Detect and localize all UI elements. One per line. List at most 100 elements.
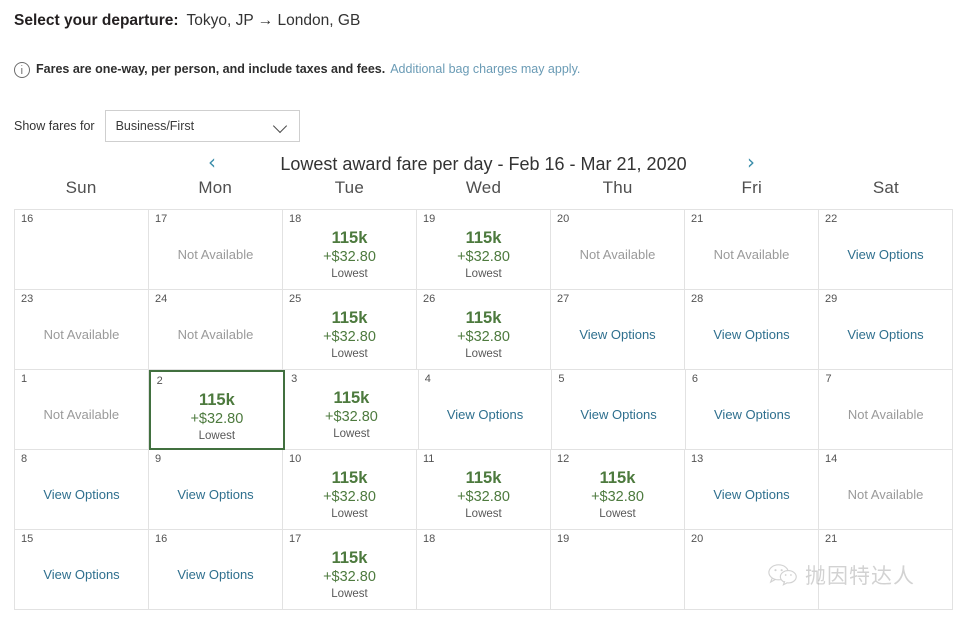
day-number: 17 [155,213,168,225]
day-number: 17 [289,533,302,545]
fare-lowest-tag: Lowest [465,348,502,360]
view-options-link[interactable]: View Options [714,407,790,422]
day-number: 3 [291,373,298,385]
unavailable-cell-body: Not Available [15,306,148,369]
calendar-day-cell[interactable]: 29 View Options [819,290,953,370]
calendar-day-cell[interactable]: 9 View Options [149,450,283,530]
unavailable-cell-body: Not Available [149,306,282,369]
day-number: 23 [21,293,34,305]
calendar-day-cell[interactable]: 11 115k +$32.80 Lowest [417,450,551,530]
view-options-link[interactable]: View Options [43,487,119,502]
fare-cash-amount: +$32.80 [323,569,376,585]
fare-points: 115k [331,309,368,327]
additional-bag-charges-link[interactable]: Additional bag charges may apply. [390,61,580,78]
fare-cell-body: 115k +$32.80 Lowest [417,306,550,369]
day-number: 13 [691,453,704,465]
info-icon [14,61,30,78]
calendar-day-cell[interactable]: 16 View Options [149,530,283,610]
day-number: 9 [155,453,162,465]
view-options-link[interactable]: View Options [43,567,119,582]
calendar-day-cell[interactable]: 6 View Options [685,370,820,450]
fare-class-select[interactable]: Business/First [104,110,300,142]
fare-cell-body: 115k +$32.80 Lowest [417,466,550,529]
calendar-title: Lowest award fare per day - Feb 16 - Mar… [280,153,687,174]
calendar-day-cell[interactable]: 4 View Options [418,370,553,450]
view-options-link[interactable]: View Options [713,327,789,342]
calendar-day-cell[interactable]: 1 Not Available [15,370,149,450]
fare-points: 115k [465,309,502,327]
calendar-day-cell-selected[interactable]: 2 115k +$32.80 Lowest [148,370,286,450]
fare-points: 115k [465,469,502,487]
fare-lowest-tag: Lowest [331,268,368,280]
calendar-day-cell: 18 [417,530,551,610]
not-available-label: Not Available [847,407,924,422]
calendar-day-cell[interactable]: 3 115k +$32.80 Lowest [285,370,419,450]
options-cell-body: View Options [685,306,818,369]
fare-cell-body: 115k +$32.80 Lowest [283,466,416,529]
calendar-day-cell[interactable]: 27 View Options [551,290,685,370]
day-number: 21 [691,213,704,225]
calendar-day-cell[interactable]: 17 Not Available [149,210,283,290]
day-number: 10 [289,453,302,465]
view-options-link[interactable]: View Options [580,407,656,422]
view-options-link[interactable]: View Options [177,567,253,582]
day-number: 14 [825,453,838,465]
view-options-link[interactable]: View Options [177,487,253,502]
calendar-day-cell[interactable]: 18 115k +$32.80 Lowest [283,210,417,290]
calendar-day-cell[interactable]: 5 View Options [552,370,686,450]
view-options-link[interactable]: View Options [847,247,923,262]
calendar-day-cell[interactable]: 22 View Options [819,210,953,290]
calendar-day-cell[interactable]: 28 View Options [685,290,819,370]
calendar-day-cell[interactable]: 13 View Options [685,450,819,530]
fare-points: 115k [198,391,235,409]
calendar-day-cell[interactable]: 8 View Options [15,450,149,530]
day-number: 20 [691,533,704,545]
fare-points: 115k [333,389,370,407]
day-number: 19 [557,533,570,545]
fare-lowest-tag: Lowest [198,430,236,442]
view-options-link[interactable]: View Options [579,327,655,342]
unavailable-cell-body: Not Available [551,226,684,289]
departure-header: Select your departure: Tokyo, JP → London… [14,11,360,31]
options-cell-body: View Options [149,546,282,609]
calendar-day-cell[interactable]: 19 115k +$32.80 Lowest [417,210,551,290]
day-number: 25 [289,293,302,305]
chevron-right-icon[interactable]: › [747,152,755,172]
calendar-day-cell[interactable]: 15 View Options [15,530,149,610]
day-number: 7 [825,373,832,385]
fare-points: 115k [599,469,636,487]
day-number: 8 [21,453,28,465]
calendar-day-cell[interactable]: 10 115k +$32.80 Lowest [283,450,417,530]
day-number: 20 [557,213,570,225]
chevron-left-icon[interactable]: ‹ [208,152,216,172]
calendar-day-cell[interactable]: 21 Not Available [685,210,819,290]
calendar-day-cell: 21 [819,530,953,610]
day-number: 21 [825,533,838,545]
view-options-link[interactable]: View Options [713,487,789,502]
unavailable-cell-body: Not Available [149,226,282,289]
calendar-day-cell[interactable]: 24 Not Available [149,290,283,370]
fare-cash-amount: +$32.80 [591,489,644,505]
not-available-label: Not Available [43,407,120,422]
weekday-thu: Thu [602,178,633,197]
calendar-day-cell[interactable]: 14 Not Available [819,450,953,530]
calendar-day-cell[interactable]: 12 115k +$32.80 Lowest [551,450,685,530]
fare-cash-amount: +$32.80 [190,411,244,427]
calendar-day-cell[interactable]: 20 Not Available [551,210,685,290]
fare-note-text: Fares are one-way, per person, and inclu… [36,62,386,76]
calendar-day-cell[interactable]: 23 Not Available [15,290,149,370]
fare-class-select-value: Business/First [115,119,195,133]
day-number: 6 [691,373,699,385]
fare-points: 115k [465,229,502,247]
day-number: 29 [825,293,838,305]
calendar-day-cell[interactable]: 7 Not Available [819,370,954,450]
calendar-day-cell[interactable]: 26 115k +$32.80 Lowest [417,290,551,370]
calendar-day-cell[interactable]: 25 115k +$32.80 Lowest [283,290,417,370]
weekday-sun: Sun [65,178,97,197]
unavailable-cell-body: Not Available [15,386,148,449]
not-available-label: Not Available [43,327,120,342]
fare-cell-body: 115k +$32.80 Lowest [283,226,416,289]
view-options-link[interactable]: View Options [447,407,523,422]
calendar-day-cell[interactable]: 17 115k +$32.80 Lowest [283,530,417,610]
view-options-link[interactable]: View Options [847,327,923,342]
